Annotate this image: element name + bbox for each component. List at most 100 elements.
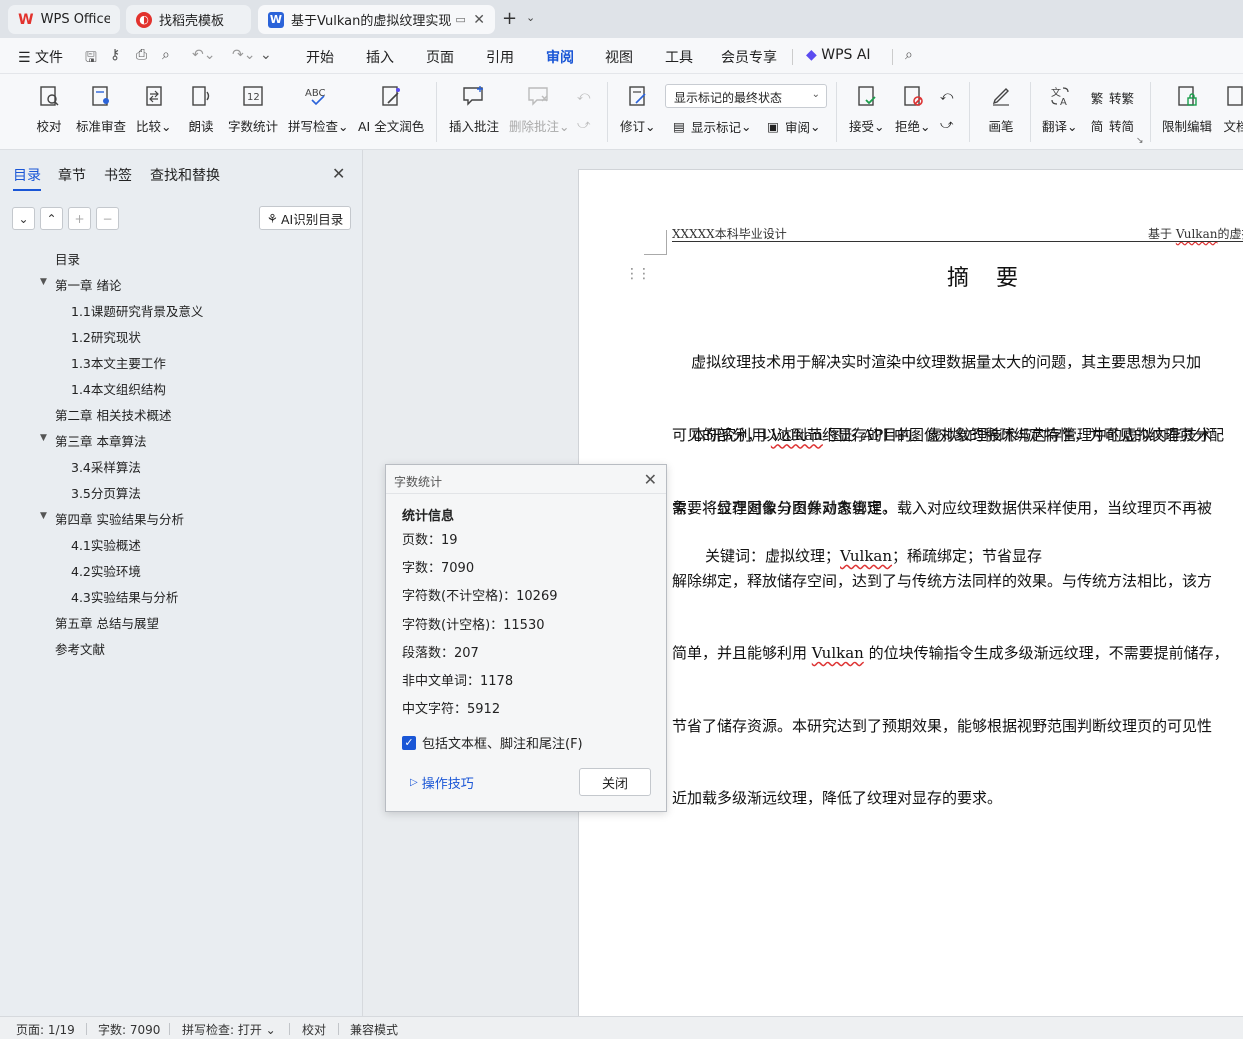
next-change-icon[interactable]: ⤻	[940, 116, 953, 132]
toc-item[interactable]: 4.3实验结果与分析	[71, 587, 178, 606]
close-pane-icon[interactable]: ✕	[332, 164, 345, 183]
review-pane-button[interactable]: ▣ 审阅 ⌄	[765, 117, 820, 136]
tab-docer-templates[interactable]: ◐ 找稻壳模板	[126, 5, 251, 34]
add-heading-icon[interactable]: +	[68, 207, 91, 230]
text-line: 虚拟纹理技术用于解决实时渲染中纹理数据量太大的问题，其主要思想为只加	[672, 353, 1202, 372]
menu-page[interactable]: 页面	[426, 47, 454, 67]
translate-icon: 文A	[1046, 82, 1074, 110]
toc-item[interactable]: 4.2实验环境	[71, 561, 141, 580]
drag-handle-icon[interactable]: ⋮⋮	[625, 266, 651, 282]
menu-member[interactable]: 会员专享	[721, 47, 777, 67]
collapse-chevron-up-icon[interactable]: ⌃	[40, 207, 63, 230]
review-pane-label: 审阅	[785, 120, 811, 135]
toc-item[interactable]: 参考文献	[55, 639, 105, 658]
status-divider	[169, 1023, 170, 1035]
status-spell-check[interactable]: 拼写检查: 打开 ⌄	[182, 1021, 276, 1038]
status-word-count[interactable]: 字数: 7090	[98, 1021, 160, 1038]
document-button-partial[interactable]: 文档	[1222, 82, 1243, 135]
menu-review[interactable]: 审阅	[546, 47, 574, 76]
print-preview-icon[interactable]: ⌕	[162, 47, 170, 63]
restrict-edit-button[interactable]: 限制编辑	[1162, 82, 1212, 135]
more-chevron-icon[interactable]: ⌄	[260, 47, 272, 63]
to-simplified-label: 转简	[1109, 119, 1135, 134]
ai-polish-button[interactable]: AI 全文润色	[358, 82, 424, 135]
menu-tools[interactable]: 工具	[665, 47, 693, 67]
status-page[interactable]: 页面: 1/19	[16, 1021, 75, 1038]
tab-chapters[interactable]: 章节	[58, 165, 86, 185]
close-tab-icon[interactable]: ✕	[473, 12, 485, 28]
new-tab-icon[interactable]: +	[502, 8, 517, 29]
to-traditional-button[interactable]: 繁转繁	[1089, 88, 1134, 107]
previous-change-icon[interactable]: ⤺	[940, 88, 953, 104]
menu-reference[interactable]: 引用	[486, 47, 514, 67]
reject-icon	[899, 82, 927, 110]
proofread-icon	[35, 82, 63, 110]
ai-recognize-toc-button[interactable]: ⚘ AI识别目录	[259, 206, 351, 230]
remove-heading-icon[interactable]: −	[96, 207, 119, 230]
search-icon[interactable]: ⌕	[905, 47, 913, 63]
delete-comment-button[interactable]: 删除批注⌄	[509, 82, 570, 135]
previous-comment-icon[interactable]: ⤺	[577, 88, 590, 104]
undo-icon[interactable]: ↶⌄	[192, 47, 215, 63]
document-page[interactable]: XXXXX本科毕业设计 基于 Vulkan的虚拟 ⋮⋮ 摘 要 虚拟纹理技术用于…	[578, 169, 1243, 1016]
tab-find-replace[interactable]: 查找和替换	[150, 165, 220, 185]
word-count-button[interactable]: 12 字数统计	[228, 82, 278, 135]
track-changes-button[interactable]: 修订⌄	[620, 82, 656, 135]
toc-item[interactable]: 第四章 实验结果与分析	[55, 509, 184, 528]
tab-bookmarks[interactable]: 书签	[104, 165, 132, 185]
window-mode-icon[interactable]: ▭	[455, 13, 465, 26]
proofread-button[interactable]: 校对	[35, 82, 63, 135]
tab-toc[interactable]: 目录	[13, 165, 41, 191]
toc-item[interactable]: 1.2研究现状	[71, 327, 141, 346]
translate-button[interactable]: 文A 翻译⌄	[1042, 82, 1078, 135]
standard-review-button[interactable]: 标准审查	[76, 82, 126, 135]
toc-item[interactable]: 4.1实验概述	[71, 535, 141, 554]
expand-all-chevron-down-icon[interactable]: ⌄	[12, 207, 35, 230]
toc-item[interactable]: 第三章 本章算法	[55, 431, 146, 450]
next-comment-icon[interactable]: ⤻	[577, 116, 590, 132]
toc-expand-arrow-icon[interactable]: ▼	[40, 277, 47, 287]
to-simplified-button[interactable]: 简转简	[1089, 116, 1134, 135]
save-icon[interactable]: 🖫	[85, 47, 97, 71]
read-aloud-label: 朗读	[188, 119, 214, 134]
key-icon[interactable]: ⚷	[110, 47, 120, 63]
include-textbox-footnotes-checkbox[interactable]: ✓ 包括文本框、脚注和尾注(F)	[402, 733, 583, 752]
toc-item[interactable]: 3.4采样算法	[71, 457, 141, 476]
tab-current-document[interactable]: W 基于Vulkan的虚拟纹理实现 ▭ ✕	[258, 5, 495, 34]
read-aloud-button[interactable]: 朗读	[187, 82, 215, 135]
tab-wps-office[interactable]: W WPS Office	[8, 5, 120, 34]
menu-insert[interactable]: 插入	[366, 47, 394, 67]
insert-comment-button[interactable]: 插入批注	[449, 82, 499, 135]
expand-group-icon[interactable]: ↘	[1136, 136, 1144, 146]
spell-check-button[interactable]: ABC 拼写检查⌄	[288, 82, 349, 135]
menu-wps-ai[interactable]: ◆ WPS AI	[806, 47, 871, 63]
toc-item[interactable]: 1.4本文组织结构	[71, 379, 166, 398]
print-icon[interactable]: ⎙	[136, 47, 147, 63]
toc-item[interactable]: 3.5分页算法	[71, 483, 141, 502]
tips-link[interactable]: ▷ 操作技巧	[410, 773, 474, 792]
toc-item[interactable]: 第五章 总结与展望	[55, 613, 159, 632]
menu-view[interactable]: 视图	[605, 47, 633, 67]
ai-polish-icon	[377, 82, 405, 110]
compare-button[interactable]: 比较⌄	[136, 82, 172, 135]
show-markup-button[interactable]: ▤ 显示标记 ⌄	[671, 117, 751, 136]
menu-start[interactable]: 开始	[306, 47, 334, 67]
toc-item[interactable]: 第一章 绪论	[55, 275, 121, 294]
file-menu[interactable]: ☰ 文件	[18, 47, 63, 67]
markup-mode-select[interactable]: 显示标记的最终状态 ⌄	[665, 84, 827, 108]
redo-icon[interactable]: ↷⌄	[232, 47, 255, 63]
tab-list-chevron-icon[interactable]: ⌄	[526, 11, 535, 24]
reject-button[interactable]: 拒绝⌄	[895, 82, 931, 135]
text-line: 象，将显存对象与图像对象绑定，载入对应纹理数据供采样使用，当纹理页不再被	[672, 499, 1213, 518]
toc-expand-arrow-icon[interactable]: ▼	[40, 433, 47, 443]
accept-button[interactable]: 接受⌄	[849, 82, 885, 135]
toc-item[interactable]: 目录	[55, 249, 80, 268]
close-button[interactable]: 关闭	[579, 768, 651, 796]
close-icon[interactable]: ✕	[644, 470, 657, 489]
toc-expand-arrow-icon[interactable]: ▼	[40, 511, 47, 521]
toc-item[interactable]: 1.1课题研究背景及意义	[71, 301, 203, 320]
toc-item[interactable]: 1.3本文主要工作	[71, 353, 166, 372]
toc-item[interactable]: 第二章 相关技术概述	[55, 405, 171, 424]
pen-button[interactable]: 画笔	[987, 82, 1015, 135]
status-proofread[interactable]: 校对	[302, 1021, 326, 1038]
